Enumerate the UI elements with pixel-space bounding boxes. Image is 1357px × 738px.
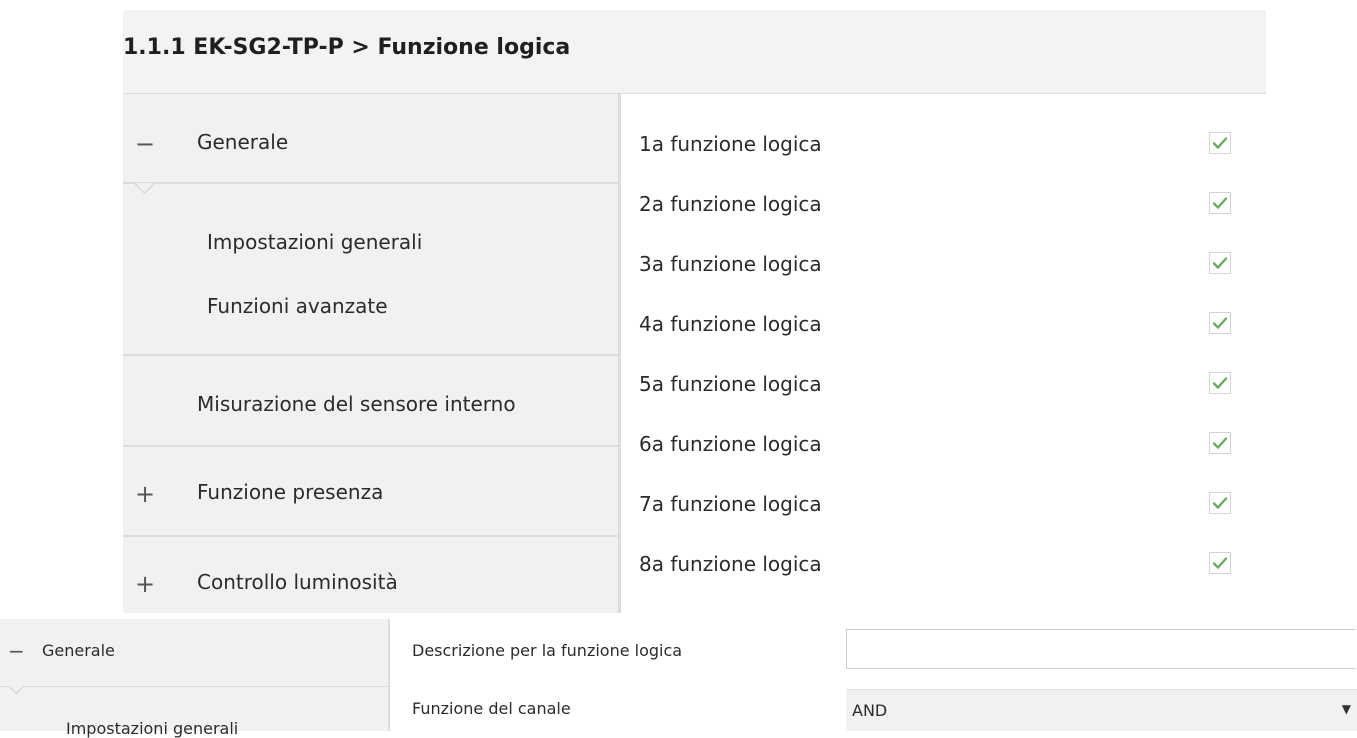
logic-function-row: 7a funzione logica xyxy=(639,492,1239,522)
check-icon xyxy=(1212,497,1228,509)
logic-function-label: 5a funzione logica xyxy=(639,372,822,396)
check-icon xyxy=(1212,257,1228,269)
logic-function-row: 1a funzione logica xyxy=(639,132,1239,162)
logic-function-row: 3a funzione logica xyxy=(639,252,1239,282)
divider xyxy=(0,686,388,687)
channel-function-value: AND xyxy=(852,701,888,720)
sidebar-item-generale[interactable]: Generale xyxy=(42,641,115,660)
expanded-notch-icon xyxy=(4,686,30,698)
logic-function-settings-window: − Generale Impostazioni generali Descriz… xyxy=(0,619,1357,738)
logic-function-row: 4a funzione logica xyxy=(639,312,1239,342)
expanded-notch-icon xyxy=(129,183,161,197)
logic-function-label: 1a funzione logica xyxy=(639,132,822,156)
logic-function-label: 3a funzione logica xyxy=(639,252,822,276)
divider xyxy=(123,182,618,184)
logic-function-checkbox[interactable] xyxy=(1209,132,1231,154)
sidebar-item-label: Controllo luminosità xyxy=(197,570,398,594)
check-icon xyxy=(1212,377,1228,389)
logic-function-label: 8a funzione logica xyxy=(639,552,822,576)
logic-function-row: 6a funzione logica xyxy=(639,432,1239,462)
check-icon xyxy=(1212,137,1228,149)
logic-function-checkbox[interactable] xyxy=(1209,252,1231,274)
sidebar-item-label: Misurazione del sensore interno xyxy=(197,392,516,416)
check-icon xyxy=(1212,557,1228,569)
collapse-icon[interactable]: − xyxy=(8,639,25,663)
sidebar-item-label: Funzioni avanzate xyxy=(207,294,388,318)
logic-function-row: 8a funzione logica xyxy=(639,552,1239,582)
logic-function-label: 6a funzione logica xyxy=(639,432,822,456)
chevron-down-icon[interactable]: ▼ xyxy=(1342,702,1351,716)
check-icon xyxy=(1212,197,1228,209)
logic-function-checkbox[interactable] xyxy=(1209,432,1231,454)
divider xyxy=(123,535,618,537)
description-label: Descrizione per la funzione logica xyxy=(412,641,683,660)
logic-function-checkbox[interactable] xyxy=(1209,552,1231,574)
sidebar-item-label: Generale xyxy=(197,130,289,154)
expand-icon[interactable]: + xyxy=(135,570,155,598)
logic-function-row: 2a funzione logica xyxy=(639,192,1239,222)
check-icon xyxy=(1212,317,1228,329)
description-input[interactable] xyxy=(846,629,1356,669)
sidebar-item-impostazioni-generali[interactable]: Impostazioni generali xyxy=(66,719,238,738)
collapse-icon[interactable]: − xyxy=(135,130,155,158)
sidebar-item-label: Impostazioni generali xyxy=(207,230,423,254)
logic-function-row: 5a funzione logica xyxy=(639,372,1239,402)
title-bar: 1.1.1 EK-SG2-TP-P > Funzione logica xyxy=(123,10,1266,94)
divider xyxy=(123,445,618,447)
logic-function-checkbox[interactable] xyxy=(1209,192,1231,214)
parameters-window: 1.1.1 EK-SG2-TP-P > Funzione logica − Ge… xyxy=(123,10,1266,613)
channel-function-label: Funzione del canale xyxy=(412,699,571,718)
divider xyxy=(123,354,618,356)
check-icon xyxy=(1212,437,1228,449)
logic-function-label: 7a funzione logica xyxy=(639,492,822,516)
logic-function-checkbox[interactable] xyxy=(1209,312,1231,334)
channel-function-select[interactable]: AND ▼ xyxy=(846,689,1357,731)
logic-function-checkbox[interactable] xyxy=(1209,372,1231,394)
logic-function-label: 2a funzione logica xyxy=(639,192,822,216)
sidebar: − Generale Impostazioni generali Funzion… xyxy=(123,94,621,613)
expand-icon[interactable]: + xyxy=(135,480,155,508)
logic-function-checkbox[interactable] xyxy=(1209,492,1231,514)
sidebar: − Generale Impostazioni generali xyxy=(0,619,390,738)
logic-function-label: 4a funzione logica xyxy=(639,312,822,336)
sidebar-item-label: Funzione presenza xyxy=(197,480,384,504)
page-title: 1.1.1 EK-SG2-TP-P > Funzione logica xyxy=(123,35,571,60)
